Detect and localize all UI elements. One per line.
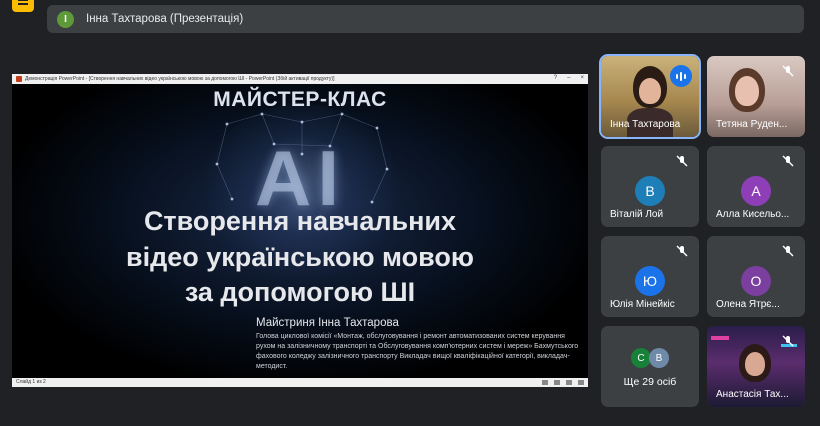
- participant-tile-7[interactable]: Анастасія Тах...: [707, 326, 805, 407]
- slide-headline-line-3: за допомогою ШІ: [184, 277, 416, 307]
- avatar: В: [635, 176, 665, 206]
- participant-name: Тетяна Руден...: [716, 119, 788, 130]
- participant-tile-1[interactable]: Інна Тахтарова: [599, 54, 701, 139]
- presentation-slide: МАЙСТЕР-КЛАС AI Створення навчальних від…: [12, 84, 588, 378]
- slide-headline-line-1: Створення навчальних: [143, 206, 457, 236]
- participant-name: Віталій Лой: [610, 209, 664, 220]
- participant-name: Анастасія Тах...: [716, 389, 789, 400]
- avatar: С: [631, 348, 651, 368]
- view-normal-icon[interactable]: [542, 380, 548, 385]
- mic-off-icon: [782, 65, 794, 77]
- presenter-label: Інна Тахтарова (Презентація): [86, 13, 244, 25]
- window-titlebar: Демонстрація PowerPoint - [Створення нав…: [12, 74, 588, 84]
- presenter-avatar: І: [57, 10, 74, 28]
- more-participants-tile[interactable]: С В Ще 29 осіб: [601, 326, 699, 407]
- audio-level-icon: [670, 65, 692, 87]
- screen-share: Демонстрація PowerPoint - [Створення нав…: [12, 74, 588, 387]
- view-reading-icon[interactable]: [566, 380, 572, 385]
- powerpoint-icon: [16, 76, 22, 82]
- view-sorter-icon[interactable]: [554, 380, 560, 385]
- participant-tile-3[interactable]: В Віталій Лой: [601, 146, 699, 227]
- mic-off-icon: [782, 335, 794, 347]
- window-title: Демонстрація PowerPoint - [Створення нав…: [25, 76, 335, 82]
- avatar: Ю: [635, 266, 665, 296]
- slide-counter: Слайд 1 из 2: [16, 379, 46, 385]
- minimize-icon[interactable]: –: [567, 75, 570, 81]
- hand-raise-icon[interactable]: [12, 0, 34, 12]
- avatar: О: [741, 266, 771, 296]
- slide-description: Голова циклової комісії «Монтаж, обслуго…: [256, 333, 579, 370]
- slide-headline-line-2: відео українською мовою: [126, 242, 474, 272]
- participant-name: Олена Ятрє...: [716, 299, 780, 310]
- participant-tile-6[interactable]: О Олена Ятрє...: [707, 236, 805, 317]
- slideshow-icon[interactable]: [578, 380, 584, 385]
- mic-off-icon: [782, 245, 794, 257]
- ppt-statusbar: Слайд 1 из 2: [12, 378, 588, 387]
- more-participants-label: Ще 29 осіб: [623, 376, 677, 388]
- participant-tile-4[interactable]: А Алла Кисельо...: [707, 146, 805, 227]
- participant-name: Алла Кисельо...: [716, 209, 790, 220]
- participant-name: Інна Тахтарова: [610, 119, 681, 130]
- help-icon[interactable]: ?: [554, 75, 557, 81]
- avatar: В: [649, 348, 669, 368]
- participant-tile-2[interactable]: Тетяна Руден...: [707, 56, 805, 137]
- participant-name: Юлія Мінейкіс: [610, 299, 675, 310]
- mic-off-icon: [676, 245, 688, 257]
- mic-off-icon: [676, 155, 688, 167]
- slide-title: МАЙСТЕР-КЛАС: [213, 88, 387, 111]
- mic-off-icon: [782, 155, 794, 167]
- close-icon[interactable]: ×: [580, 75, 584, 81]
- presenter-banner: І Інна Тахтарова (Презентація): [47, 5, 804, 33]
- slide-author: Майстриня Інна Тахтарова: [256, 317, 399, 329]
- participant-tile-5[interactable]: Ю Юлія Мінейкіс: [601, 236, 699, 317]
- avatar: А: [741, 176, 771, 206]
